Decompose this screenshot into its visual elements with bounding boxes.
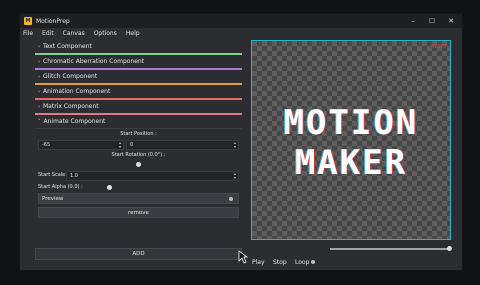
menu-help[interactable]: Help <box>126 30 140 37</box>
components-panel: › Text Component › Chromatic Aberration Co… <box>35 40 242 224</box>
maximize-icon: ☐ <box>428 17 436 25</box>
matrix-component-section[interactable]: › Matrix Component <box>35 100 242 115</box>
spin-arrows-icon[interactable]: ▴ ▾ <box>119 141 121 149</box>
start-position-x-input[interactable]: -65 ▴ ▾ <box>38 140 124 150</box>
start-alpha-label: Start Alpha (0.0) : <box>38 184 83 190</box>
menu-canvas[interactable]: Canvas <box>63 30 85 37</box>
text-component-section[interactable]: › Text Component <box>35 40 242 55</box>
start-scale-label: Start Scale : <box>38 172 69 178</box>
add-component-button[interactable]: ADD <box>35 248 242 260</box>
stop-button[interactable]: Stop <box>273 259 287 266</box>
menu-options[interactable]: Options <box>94 30 117 37</box>
maximize-button[interactable]: ☐ <box>423 14 441 28</box>
minimize-button[interactable]: – <box>404 14 422 28</box>
glitch-component-section[interactable]: › Glitch Component <box>35 70 242 85</box>
start-rotation-slider[interactable] <box>136 162 141 167</box>
close-button[interactable]: ✕ <box>442 14 460 28</box>
canvas-text-line1: MOTION <box>283 103 419 143</box>
remove-button[interactable]: remove <box>38 207 239 218</box>
mouse-cursor-icon <box>238 250 248 264</box>
chevron-right-icon: › <box>38 43 40 50</box>
app-logo-icon: M <box>24 17 32 25</box>
timeline-progress <box>330 248 450 250</box>
chevron-right-icon: › <box>38 103 40 110</box>
loop-toggle[interactable]: Loop <box>295 259 316 266</box>
preview-toggle[interactable]: Preview <box>38 193 239 204</box>
chevron-down-icon: ˅ <box>38 118 41 125</box>
chevron-right-icon: › <box>38 88 40 95</box>
menu-edit[interactable]: Edit <box>42 30 54 37</box>
menu-file[interactable]: File <box>23 30 33 37</box>
start-rotation-label: Start Rotation (0.0°) : <box>111 152 166 158</box>
spin-arrows-icon[interactable]: ▴ ▾ <box>234 141 236 149</box>
start-alpha-slider[interactable] <box>107 185 112 190</box>
chevron-right-icon: › <box>38 73 40 80</box>
preview-canvas[interactable]: RESET MOTION MAKER <box>251 40 451 240</box>
canvas-text-line2: MAKER <box>294 143 408 183</box>
timeline-slider[interactable] <box>330 246 452 251</box>
toggle-dot-icon <box>229 197 233 201</box>
canvas-corner-label: RESET <box>430 44 447 50</box>
timeline-handle[interactable] <box>447 246 452 251</box>
toggle-dot-icon <box>311 260 316 264</box>
start-scale-input[interactable]: 1.0 ▴ ▾ <box>66 171 239 181</box>
close-icon: ✕ <box>448 17 454 25</box>
animation-component-section[interactable]: › Animation Component <box>35 85 242 100</box>
title-bar: M MotionPrep – ☐ ✕ <box>20 14 462 28</box>
chromatic-aberration-section[interactable]: › Chromatic Aberration Component <box>35 55 242 70</box>
spin-arrows-icon[interactable]: ▴ ▾ <box>234 172 236 180</box>
play-button[interactable]: Play <box>252 259 265 266</box>
window-title: MotionPrep <box>36 17 70 25</box>
minimize-icon: – <box>411 17 415 25</box>
chevron-right-icon: › <box>38 58 40 65</box>
start-position-y-input[interactable]: 0 ▴ ▾ <box>126 140 239 150</box>
animate-component-body: Start Position : -65 ▴ ▾ 0 ▴ ▾ Start Rotatio… <box>35 129 242 224</box>
animate-component-header[interactable]: ˅ Animate Component <box>35 115 242 129</box>
start-position-label: Start Position : <box>120 131 157 137</box>
menu-bar: File Edit Canvas Options Help <box>20 28 462 39</box>
